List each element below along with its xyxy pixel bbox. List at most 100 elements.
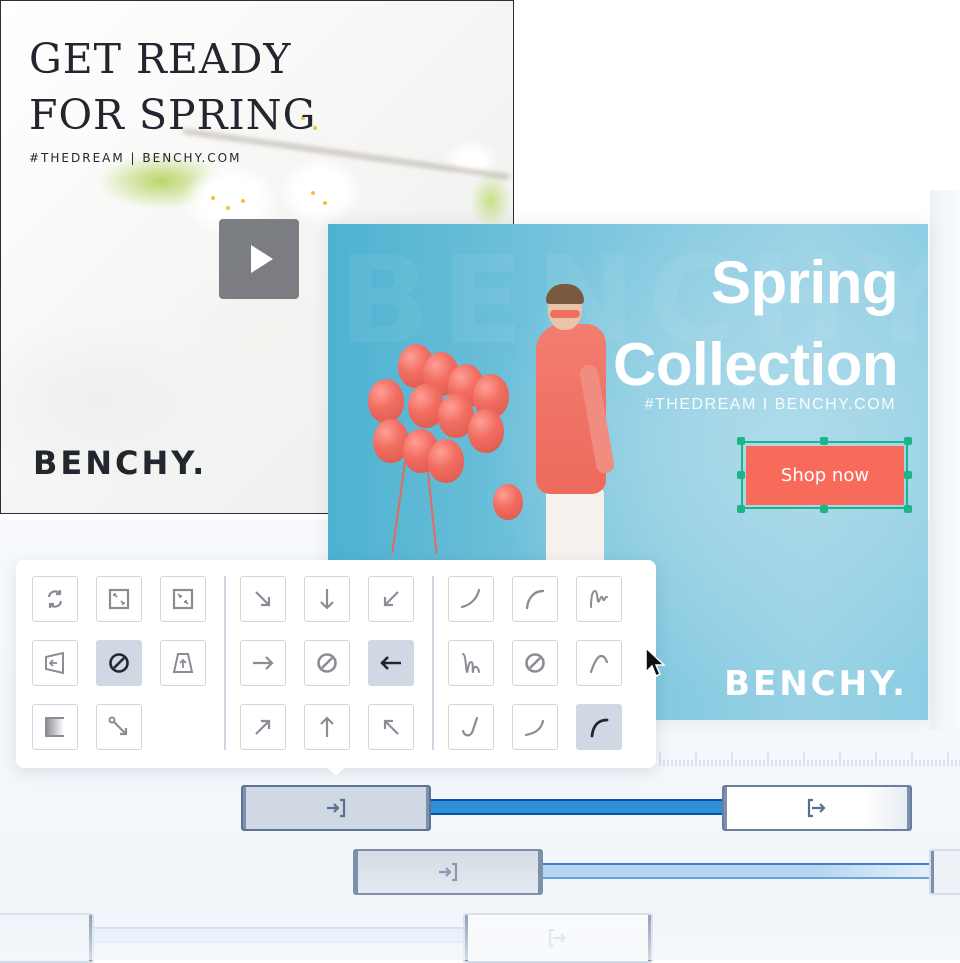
mouse-cursor-icon xyxy=(645,646,666,678)
flower-stamen xyxy=(211,196,215,200)
none-icon xyxy=(317,653,337,673)
title-line-2: Collection xyxy=(612,331,899,398)
preset-easing-none[interactable] xyxy=(512,640,558,686)
flower-stamen xyxy=(323,201,327,205)
preset-direction-none[interactable] xyxy=(304,640,350,686)
resize-handle-bottom-right[interactable] xyxy=(904,505,912,513)
group-divider xyxy=(224,576,226,750)
preset-effects-rotate[interactable] xyxy=(32,576,78,622)
arrow-right-icon xyxy=(253,656,274,670)
balloon xyxy=(368,379,404,423)
arrow-left-icon xyxy=(380,656,401,670)
perspective-up-icon xyxy=(172,653,194,673)
ease-in-icon xyxy=(460,588,481,609)
arrow-up-right-icon xyxy=(255,719,271,735)
arrow-down-right-icon xyxy=(255,591,271,607)
preset-direction-arrow-right[interactable] xyxy=(240,640,286,686)
preset-direction-arrow-up-right[interactable] xyxy=(240,704,286,750)
track-in-block[interactable] xyxy=(241,785,431,831)
resize-handle-left[interactable] xyxy=(737,471,745,479)
group-divider xyxy=(432,576,434,750)
resize-handle-right[interactable] xyxy=(904,471,912,479)
headline-line-2: FOR SPRING xyxy=(29,91,317,139)
title-line-1: Spring xyxy=(711,249,899,316)
preset-effects-fade-gradient[interactable] xyxy=(32,704,78,750)
flower-stamen xyxy=(226,206,230,210)
resize-handle-bottom-left[interactable] xyxy=(737,505,745,513)
arrow-up-left-icon xyxy=(383,719,399,735)
resize-handle-top-right[interactable] xyxy=(904,437,912,445)
banner-tagline: #THEDREAM I BENCHY.COM xyxy=(644,396,896,413)
timeline-ruler xyxy=(659,752,960,766)
preset-direction-arrow-down-left[interactable] xyxy=(368,576,414,622)
preset-effects-zoom-in[interactable] xyxy=(160,576,206,622)
preset-effects-perspective-up[interactable] xyxy=(160,640,206,686)
preset-direction-arrow-down-right[interactable] xyxy=(240,576,286,622)
resize-handle-top[interactable] xyxy=(820,437,828,445)
preset-easing-ease-out[interactable] xyxy=(512,576,558,622)
ease-in-soft-icon xyxy=(524,719,545,737)
ease-out-strong-icon xyxy=(590,718,609,738)
preset-effects-zoom-out[interactable] xyxy=(96,576,142,622)
ease-out-icon xyxy=(525,589,545,610)
exit-icon xyxy=(807,798,826,818)
preset-effects-motion-path[interactable] xyxy=(96,704,142,750)
track-out-block[interactable] xyxy=(463,913,653,963)
preset-direction-arrow-up[interactable] xyxy=(304,704,350,750)
zoom-out-icon xyxy=(108,588,130,610)
animation-preset-popup xyxy=(16,560,656,776)
track-in-block[interactable] xyxy=(0,913,94,963)
preset-easing-ease-out-strong[interactable] xyxy=(576,704,622,750)
preset-effects-perspective-left[interactable] xyxy=(32,640,78,686)
preset-easing-ease-in-soft[interactable] xyxy=(512,704,558,750)
square-ad-tagline: #THEDREAM | BENCHY.COM xyxy=(29,151,242,165)
preset-easing-ease-in-strong[interactable] xyxy=(448,704,494,750)
arrow-down-icon xyxy=(320,589,334,610)
track-in-block[interactable] xyxy=(353,849,543,895)
banner-logo: BENCHY. xyxy=(724,664,908,704)
balloon xyxy=(493,484,523,520)
preset-easing-elastic[interactable] xyxy=(576,576,622,622)
zoom-in-icon xyxy=(172,588,194,610)
track-duration-bar[interactable] xyxy=(90,927,466,943)
resize-handle-top-left[interactable] xyxy=(737,437,745,445)
headline-line-1: GET READY xyxy=(29,35,292,83)
none-icon xyxy=(109,653,129,673)
elastic-icon xyxy=(590,589,608,608)
preset-easing-ease-in-out[interactable] xyxy=(576,640,622,686)
square-ad-headline: GET READY FOR SPRING xyxy=(29,31,316,143)
preset-effects-none[interactable] xyxy=(96,640,142,686)
track-duration-bar[interactable] xyxy=(540,863,932,879)
play-button[interactable] xyxy=(219,219,299,299)
preset-direction-arrow-left[interactable] xyxy=(368,640,414,686)
resize-handle-bottom[interactable] xyxy=(820,505,828,513)
exit-icon xyxy=(548,928,567,948)
flower-stamen xyxy=(311,191,315,195)
bounce-icon xyxy=(462,653,480,674)
ease-in-strong-icon xyxy=(461,716,479,737)
preset-direction-arrow-up-left[interactable] xyxy=(368,704,414,750)
enter-icon xyxy=(327,798,346,818)
perspective-left-icon xyxy=(45,651,64,675)
track-out-block[interactable] xyxy=(929,849,960,895)
preset-direction-arrow-down[interactable] xyxy=(304,576,350,622)
arrow-up-icon xyxy=(320,716,334,737)
none-icon xyxy=(525,653,545,673)
track-out-block[interactable] xyxy=(722,785,912,831)
preset-easing-bounce[interactable] xyxy=(448,640,494,686)
shop-now-button[interactable]: Shop now xyxy=(746,446,904,505)
flower-stamen xyxy=(241,199,245,203)
square-ad-logo: BENCHY. xyxy=(33,444,208,482)
enter-icon xyxy=(439,862,458,882)
ease-in-out-icon xyxy=(589,654,609,674)
banner-title: Spring Collection xyxy=(612,242,899,406)
arrow-down-left-icon xyxy=(383,591,399,607)
motion-path-icon xyxy=(108,716,128,736)
balloon xyxy=(468,409,504,453)
preset-easing-ease-in[interactable] xyxy=(448,576,494,622)
canvas-edge xyxy=(930,190,960,730)
balloon xyxy=(428,439,464,483)
rotate-icon xyxy=(47,590,63,608)
track-duration-bar[interactable] xyxy=(428,799,724,815)
fade-gradient-icon xyxy=(45,717,64,737)
